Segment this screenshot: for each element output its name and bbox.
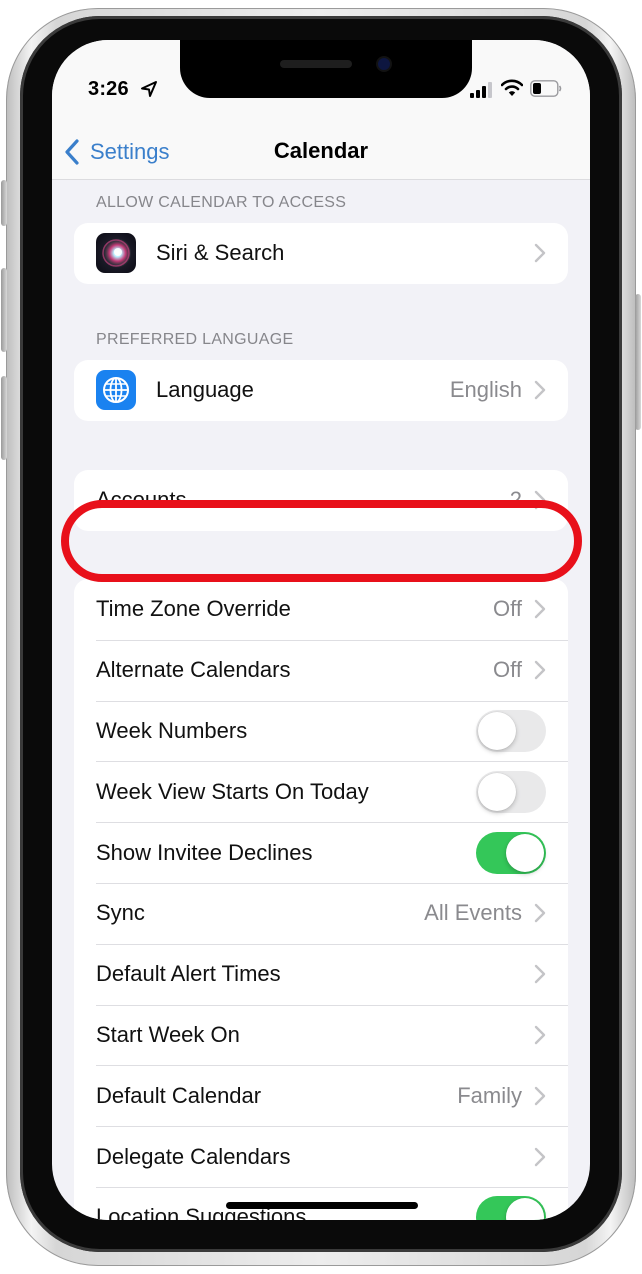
action-button bbox=[1, 180, 7, 226]
chevron-right-icon bbox=[534, 1025, 546, 1045]
chevron-left-icon bbox=[65, 139, 79, 165]
row-label: Accounts bbox=[96, 487, 187, 513]
row-label: Start Week On bbox=[96, 1021, 240, 1047]
battery-icon bbox=[530, 80, 562, 97]
volume-down-button bbox=[1, 376, 7, 460]
home-indicator[interactable] bbox=[226, 1202, 418, 1209]
back-label: Settings bbox=[90, 139, 170, 164]
row-delegate-calendars[interactable]: Delegate Calendars bbox=[74, 1126, 568, 1187]
wifi-icon bbox=[501, 79, 523, 96]
section-header-access: ALLOW CALENDAR TO ACCESS bbox=[96, 194, 347, 211]
section-header-language: PREFERRED LANGUAGE bbox=[96, 331, 294, 348]
row-label: Week Numbers bbox=[96, 717, 248, 743]
toggle-knob bbox=[506, 833, 544, 872]
screen: 3:26 Settings Calendar ALLOW CALENDAR TO… bbox=[52, 40, 590, 1220]
group-language: Language English bbox=[74, 360, 568, 421]
row-label: Show Invitee Declines bbox=[96, 839, 313, 865]
accounts-count: 2 bbox=[509, 487, 522, 513]
row-alternate-calendars[interactable]: Alternate Calendars Off bbox=[74, 639, 568, 701]
toggle-knob bbox=[478, 772, 516, 811]
front-camera bbox=[378, 58, 390, 70]
row-label: Default Calendar bbox=[96, 1082, 262, 1108]
row-label: Alternate Calendars bbox=[96, 657, 291, 683]
chevron-right-icon bbox=[534, 1086, 546, 1105]
row-default-calendar[interactable]: Default Calendar Family bbox=[74, 1065, 568, 1126]
chevron-right-icon bbox=[534, 1147, 546, 1166]
week-view-starts-today-toggle[interactable] bbox=[476, 770, 546, 813]
location-arrow-icon bbox=[141, 81, 157, 97]
chevron-right-icon bbox=[534, 964, 546, 984]
toggle-knob bbox=[478, 711, 516, 750]
row-label: Siri & Search bbox=[156, 240, 285, 266]
row-label: Language bbox=[156, 377, 254, 403]
chevron-right-icon bbox=[534, 600, 546, 619]
row-value: English bbox=[449, 377, 522, 403]
row-sync[interactable]: Sync All Events bbox=[74, 882, 568, 944]
row-label: Week View Starts On Today bbox=[96, 778, 369, 804]
chevron-right-icon bbox=[534, 381, 546, 400]
group-access: Siri & Search bbox=[74, 223, 568, 284]
power-button bbox=[635, 294, 641, 430]
siri-icon bbox=[96, 233, 136, 274]
row-value: Off bbox=[493, 657, 522, 683]
chevron-right-icon bbox=[534, 660, 546, 680]
row-label: Default Alert Times bbox=[96, 961, 281, 987]
back-button[interactable]: Settings bbox=[62, 132, 170, 172]
row-value: All Events bbox=[424, 900, 522, 926]
speaker-grille bbox=[280, 60, 352, 68]
row-show-invitee-declines: Show Invitee Declines bbox=[74, 822, 568, 883]
row-language[interactable]: Language English bbox=[74, 360, 568, 421]
row-week-view-starts-today: Week View Starts On Today bbox=[74, 761, 568, 822]
chevron-right-icon bbox=[534, 491, 546, 510]
toggle-knob bbox=[506, 1198, 544, 1220]
location-suggestions-toggle[interactable] bbox=[476, 1196, 546, 1220]
row-default-alert-times[interactable]: Default Alert Times bbox=[74, 943, 568, 1005]
row-week-numbers: Week Numbers bbox=[74, 700, 568, 762]
show-invitee-declines-toggle[interactable] bbox=[476, 831, 546, 874]
row-value: Off bbox=[493, 596, 522, 622]
navigation-bar: Settings Calendar bbox=[52, 130, 590, 180]
group-settings: Time Zone Override Off Alternate Calenda… bbox=[74, 579, 568, 1220]
status-time: 3:26 bbox=[88, 78, 129, 100]
chevron-right-icon bbox=[534, 904, 546, 923]
row-accounts[interactable]: Accounts 2 bbox=[74, 470, 568, 531]
row-start-week-on[interactable]: Start Week On bbox=[74, 1004, 568, 1066]
row-label: Sync bbox=[96, 900, 145, 926]
row-time-zone-override[interactable]: Time Zone Override Off bbox=[74, 579, 568, 640]
globe-icon bbox=[96, 370, 136, 411]
row-label: Time Zone Override bbox=[96, 596, 291, 622]
week-numbers-toggle[interactable] bbox=[476, 709, 546, 752]
chevron-right-icon bbox=[534, 244, 546, 263]
group-accounts: Accounts 2 bbox=[74, 470, 568, 531]
volume-up-button bbox=[1, 268, 7, 352]
row-value: Family bbox=[457, 1082, 522, 1108]
notch bbox=[180, 40, 472, 98]
row-label: Delegate Calendars bbox=[96, 1143, 291, 1169]
cellular-signal-icon bbox=[470, 82, 492, 98]
row-siri-search[interactable]: Siri & Search bbox=[74, 223, 568, 284]
